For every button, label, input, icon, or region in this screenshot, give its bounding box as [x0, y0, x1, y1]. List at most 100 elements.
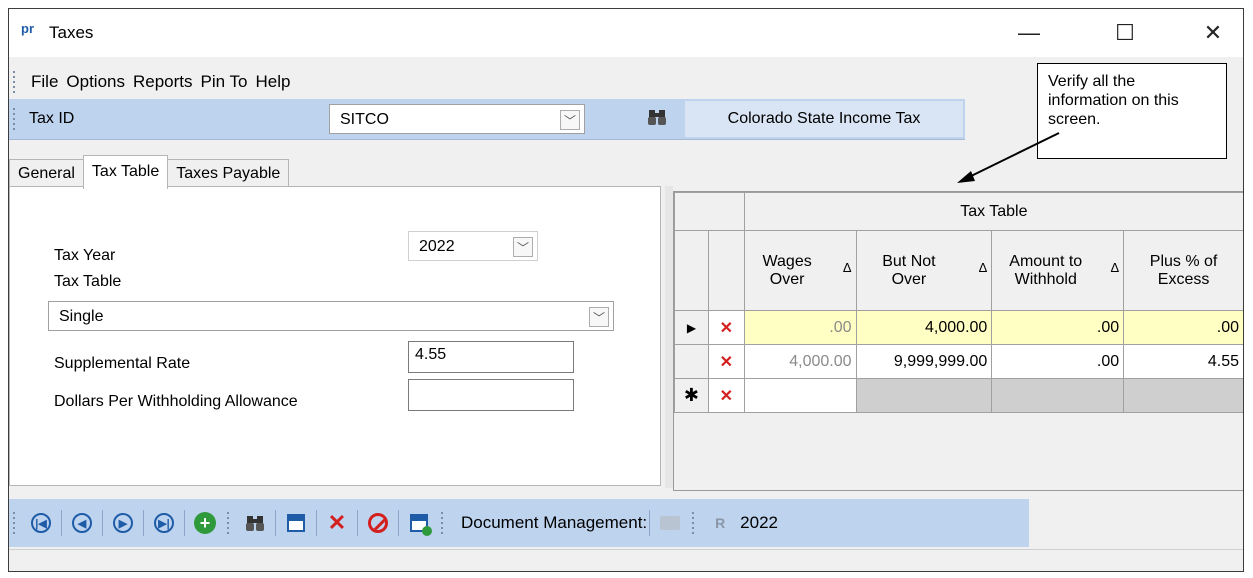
- find-icon[interactable]: [243, 511, 267, 535]
- sort-icon: Δ: [1110, 260, 1120, 275]
- separator: [357, 510, 358, 536]
- save-icon[interactable]: [284, 511, 308, 535]
- sort-icon: Δ: [842, 260, 852, 275]
- tax-table-grid: Tax Table Wages Over Δ But Not Over Δ Amou…: [673, 191, 1243, 491]
- report-icon[interactable]: R: [708, 511, 732, 535]
- binoculars-icon[interactable]: [645, 105, 669, 129]
- minimize-button[interactable]: —: [1009, 17, 1049, 49]
- cell-plus-pct: [1123, 378, 1243, 413]
- app-icon: pr: [21, 21, 34, 36]
- splitter[interactable]: [665, 186, 673, 488]
- col-label: Amount to Withhold: [1009, 252, 1083, 288]
- separator: [102, 510, 103, 536]
- tab-general[interactable]: General: [9, 159, 84, 187]
- tax-year-label: Tax Year: [54, 247, 116, 264]
- taxes-window: pr Taxes — ☐ ✕ File Options Reports Pin …: [8, 8, 1244, 572]
- table-row[interactable]: ▶ ✕ .00 4,000.00 .00 .00: [674, 310, 1243, 345]
- col-but-not-over[interactable]: But Not Over Δ: [855, 230, 993, 311]
- tab-tax-table[interactable]: Tax Table: [82, 155, 169, 189]
- cell-amount[interactable]: .00: [991, 344, 1125, 379]
- chevron-down-icon[interactable]: ﹀: [560, 110, 580, 130]
- window-title: Taxes: [49, 23, 94, 42]
- tax-table-select[interactable]: Single ﹀: [48, 301, 614, 331]
- menu-reports[interactable]: Reports: [133, 72, 193, 92]
- grid-corner: [674, 192, 745, 231]
- col-amount-to-withhold[interactable]: Amount to Withhold Δ: [991, 230, 1125, 311]
- delete-row-icon[interactable]: ✕: [707, 310, 745, 345]
- col-wages-over[interactable]: Wages Over Δ: [743, 230, 857, 311]
- cell-plus-pct[interactable]: 4.55: [1123, 344, 1243, 379]
- separator: [398, 510, 399, 536]
- delete-icon[interactable]: ✕: [325, 510, 349, 535]
- menu-bar: File Options Reports Pin To Help: [9, 67, 1069, 97]
- tax-table-value: Single: [59, 308, 104, 325]
- row-header-cell: [674, 230, 709, 311]
- previous-record-icon[interactable]: ◀: [70, 511, 94, 535]
- cell-but-not-over[interactable]: 4,000.00: [855, 310, 993, 345]
- row-header-cell: [674, 344, 709, 379]
- separator: [184, 510, 185, 536]
- delete-row-icon[interactable]: ✕: [707, 344, 745, 379]
- grid-title: Tax Table: [743, 192, 1243, 231]
- menu-pin-to[interactable]: Pin To: [201, 72, 248, 92]
- cell-but-not-over[interactable]: 9,999,999.00: [855, 344, 993, 379]
- cell-but-not-over: [855, 378, 993, 413]
- title-bar: pr Taxes — ☐ ✕: [9, 9, 1243, 57]
- separator: [316, 510, 317, 536]
- cancel-icon[interactable]: [366, 511, 390, 535]
- bottom-toolbar: |◀ ◀ ▶ ▶| + ✕ Document Management: R 202…: [9, 499, 1029, 547]
- cell-wages-over[interactable]: .00: [743, 310, 857, 345]
- grip-icon: [13, 512, 23, 534]
- save-new-icon[interactable]: [407, 511, 432, 536]
- first-record-icon[interactable]: |◀: [29, 511, 53, 535]
- cell-plus-pct[interactable]: .00: [1123, 310, 1243, 345]
- close-button[interactable]: ✕: [1193, 17, 1233, 49]
- maximize-button[interactable]: ☐: [1105, 17, 1145, 49]
- menu-options[interactable]: Options: [66, 72, 125, 92]
- status-bar: [9, 549, 1243, 571]
- tab-taxes-payable[interactable]: Taxes Payable: [167, 159, 290, 187]
- tax-table-label: Tax Table: [54, 273, 122, 290]
- tax-id-label: Tax ID: [29, 110, 75, 127]
- tax-year-value: 2022: [419, 238, 455, 255]
- separator: [61, 510, 62, 536]
- cell-wages-over[interactable]: 4,000.00: [743, 344, 857, 379]
- new-row-icon: ✱: [674, 378, 709, 413]
- col-label: Plus % of Excess: [1149, 252, 1218, 288]
- tab-strip: General Tax Table Taxes Payable: [9, 155, 290, 189]
- dollars-per-allowance-input[interactable]: [408, 379, 574, 411]
- current-row-icon: ▶: [674, 310, 709, 345]
- grip-icon: [13, 71, 23, 93]
- add-icon[interactable]: +: [193, 511, 217, 535]
- new-row[interactable]: ✱ ✕: [674, 378, 1243, 413]
- tax-id-combo[interactable]: SITCO ﹀: [329, 104, 585, 134]
- folder-icon[interactable]: [658, 511, 682, 535]
- tax-year-select[interactable]: 2022 ﹀: [408, 231, 538, 261]
- cell-amount: [991, 378, 1125, 413]
- dollars-per-allowance-label: Dollars Per Withholding Allowance: [54, 393, 298, 410]
- row-header-cell: [707, 230, 745, 311]
- grip-icon: [227, 512, 237, 534]
- chevron-down-icon[interactable]: ﹀: [513, 237, 533, 257]
- next-record-icon[interactable]: ▶: [111, 511, 135, 535]
- menu-file[interactable]: File: [31, 72, 58, 92]
- col-label: But Not Over: [882, 252, 936, 288]
- delete-row-icon[interactable]: ✕: [707, 378, 745, 413]
- supplemental-rate-input[interactable]: 4.55: [408, 341, 574, 373]
- col-label: Wages Over: [762, 252, 812, 288]
- callout-arrow: [957, 132, 1060, 183]
- cell-amount[interactable]: .00: [991, 310, 1125, 345]
- cell-wages-over[interactable]: [743, 378, 857, 413]
- grip-icon: [13, 108, 23, 130]
- last-record-icon[interactable]: ▶|: [152, 511, 176, 535]
- separator: [649, 510, 651, 536]
- tax-id-bar: Tax ID SITCO ﹀ Colorado State Income Tax: [9, 99, 965, 140]
- menu-help[interactable]: Help: [255, 72, 290, 92]
- col-plus-pct-excess[interactable]: Plus % of Excess: [1123, 230, 1243, 311]
- chevron-down-icon[interactable]: ﹀: [589, 307, 609, 327]
- grip-icon: [441, 512, 451, 534]
- document-management-label[interactable]: Document Management:: [461, 513, 647, 533]
- table-row[interactable]: ✕ 4,000.00 9,999,999.00 .00 4.55: [674, 344, 1243, 379]
- year-label: 2022: [740, 513, 778, 532]
- separator: [143, 510, 144, 536]
